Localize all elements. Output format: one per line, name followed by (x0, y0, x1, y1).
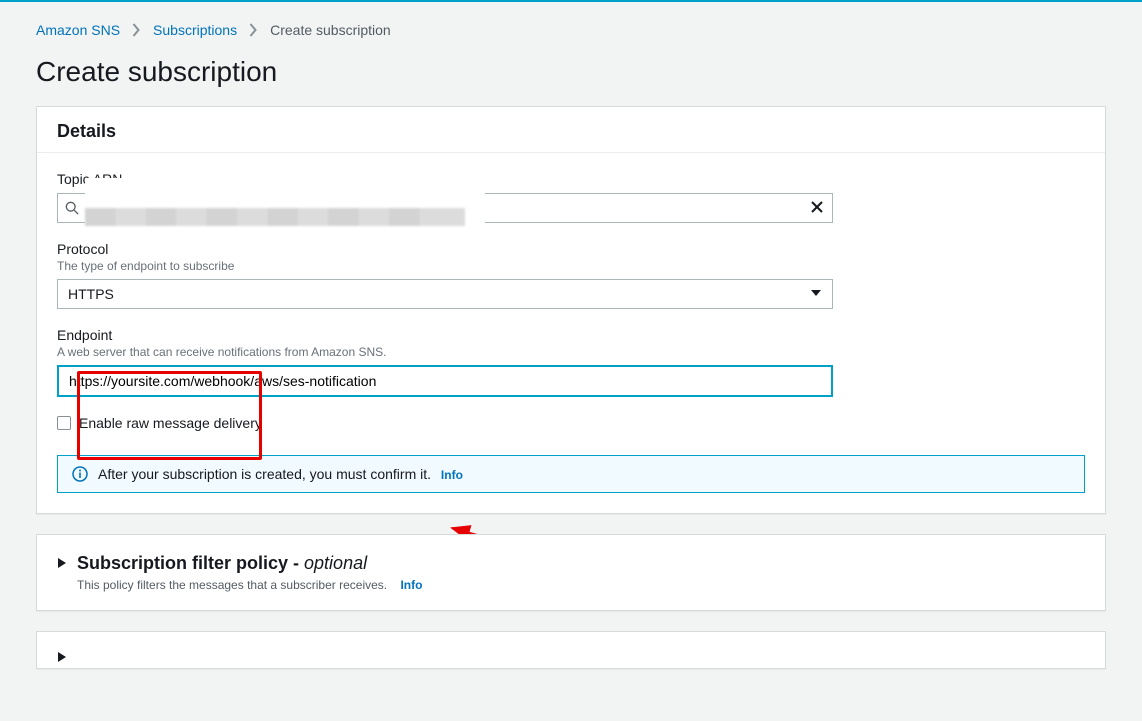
chevron-right-icon (249, 23, 258, 37)
caret-right-icon (57, 556, 67, 572)
page-title: Create subscription (36, 56, 1106, 88)
breadcrumb: Amazon SNS Subscriptions Create subscrip… (36, 22, 1106, 38)
breadcrumb-link-sns[interactable]: Amazon SNS (36, 22, 120, 38)
details-panel-header: Details (37, 107, 1105, 152)
protocol-select[interactable]: HTTPS (57, 279, 833, 309)
endpoint-input[interactable] (57, 365, 833, 397)
endpoint-desc: A web server that can receive notificati… (57, 345, 1085, 359)
next-panel-toggle[interactable] (57, 650, 1085, 666)
endpoint-label: Endpoint (57, 327, 1085, 343)
clear-topic-arn-button[interactable] (802, 200, 832, 216)
raw-message-label: Enable raw message delivery (79, 415, 262, 431)
redacted-overlay (85, 178, 485, 234)
breadcrumb-current: Create subscription (270, 22, 391, 38)
caret-right-icon (57, 650, 67, 666)
filter-policy-optional: optional (304, 553, 367, 573)
search-icon (58, 201, 86, 215)
alert-text: After your subscription is created, you … (98, 466, 431, 482)
field-topic-arn: Topic ARN (57, 171, 1085, 223)
filter-policy-title: Subscription filter policy - (77, 553, 304, 573)
filter-policy-desc: This policy filters the messages that a … (77, 578, 387, 592)
next-panel-cutoff (36, 631, 1106, 669)
confirm-subscription-alert: After your subscription is created, you … (57, 455, 1085, 493)
chevron-right-icon (132, 23, 141, 37)
close-icon (811, 200, 823, 216)
field-endpoint: Endpoint A web server that can receive n… (57, 327, 1085, 397)
field-protocol: Protocol The type of endpoint to subscri… (57, 241, 1085, 309)
filter-policy-panel: Subscription filter policy - optional Th… (36, 534, 1106, 611)
info-icon (72, 466, 88, 482)
protocol-selected-value: HTTPS (68, 286, 114, 302)
filter-policy-toggle[interactable]: Subscription filter policy - optional (57, 553, 1085, 574)
protocol-label: Protocol (57, 241, 1085, 257)
alert-info-link[interactable]: Info (441, 468, 463, 482)
breadcrumb-link-subscriptions[interactable]: Subscriptions (153, 22, 237, 38)
raw-message-row: Enable raw message delivery (57, 415, 1085, 431)
details-panel: Details Topic ARN (36, 106, 1106, 514)
raw-message-checkbox[interactable] (57, 416, 71, 430)
protocol-desc: The type of endpoint to subscribe (57, 259, 1085, 273)
caret-down-icon (810, 286, 822, 302)
filter-policy-info-link[interactable]: Info (400, 578, 422, 592)
